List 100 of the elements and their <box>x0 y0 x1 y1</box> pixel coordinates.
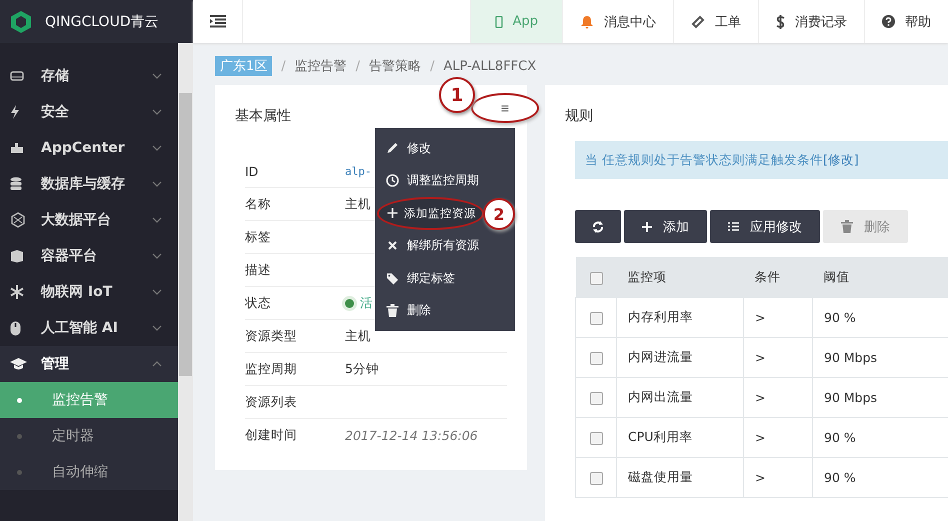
sidebar-subitem[interactable]: 自动伸缩 <box>0 454 178 490</box>
table-cell: 内存利用率 <box>628 309 693 324</box>
step-badge: 1 <box>439 77 475 113</box>
menu-item[interactable]: 绑定标签 <box>375 262 515 294</box>
dollar-icon <box>776 14 785 28</box>
menu-item[interactable]: 调整监控周期 <box>375 164 515 197</box>
table-cell: > <box>755 390 766 405</box>
table-cell: > <box>755 470 766 485</box>
checkbox[interactable] <box>590 392 602 406</box>
breadcrumb-separator: / <box>281 58 286 74</box>
checkbox[interactable] <box>590 352 602 366</box>
sidebar-item[interactable]: 人工智能 AI <box>0 310 178 346</box>
scrollbar-thumb[interactable] <box>179 93 192 376</box>
refresh-icon <box>592 220 604 232</box>
nav-tab[interactable]: 工单 <box>673 0 758 43</box>
database-icon <box>10 177 22 191</box>
sidebar-item[interactable]: 大数据平台 <box>0 202 178 238</box>
breadcrumb-item[interactable]: 告警策略 <box>369 57 422 75</box>
status-dot-icon <box>345 298 354 308</box>
nav-tab[interactable]: 消费记录 <box>758 0 864 43</box>
logo-icon <box>9 10 33 34</box>
checkbox[interactable] <box>590 312 602 326</box>
chevron-icon <box>152 289 162 295</box>
property-label: 描述 <box>245 262 272 278</box>
checkbox[interactable] <box>590 432 602 446</box>
sidebar-subitem[interactable]: 定时器 <box>0 418 178 454</box>
table-cell: > <box>755 430 766 445</box>
pencil-icon <box>386 142 399 154</box>
menu-toggle-button[interactable] <box>193 0 243 43</box>
table-cell: 90 % <box>824 430 856 445</box>
property-value: 主机 <box>345 196 371 212</box>
sidebar-item[interactable]: 安全 <box>0 94 178 130</box>
column-header: 条件 <box>754 268 780 284</box>
chevron-icon <box>152 181 162 187</box>
list-icon <box>728 222 739 231</box>
property-value: 2017-12-14 13:56:06 <box>345 428 478 442</box>
sidebar-item[interactable]: 存储 <box>0 58 178 94</box>
property-label: 标签 <box>245 228 272 246</box>
toolbar-button[interactable]: 添加 <box>624 210 707 243</box>
menu-button[interactable]: ≡ <box>471 93 539 123</box>
chevron-icon <box>152 145 162 151</box>
trash-icon <box>841 220 853 233</box>
checkbox[interactable] <box>590 272 602 285</box>
table-cell: > <box>755 310 766 325</box>
menu-item[interactable]: 添加监控资源 <box>377 197 484 230</box>
snowflake-icon <box>10 285 24 299</box>
card-title: 规则 <box>565 108 593 124</box>
chevron-icon <box>152 109 162 115</box>
bell-icon <box>580 14 594 28</box>
property-label: 资源列表 <box>245 394 298 410</box>
chevron-icon <box>152 73 162 79</box>
nav-tab[interactable]: 消息中心 <box>562 0 673 43</box>
table-cell: > <box>755 350 766 365</box>
table-cell: 90 % <box>824 310 856 325</box>
table-cell: 内网出流量 <box>628 389 693 404</box>
chevron-icon <box>152 361 162 367</box>
logo-text: QINGCLOUD青云 <box>45 12 159 30</box>
mouse-icon <box>10 320 21 336</box>
toolbar-button[interactable]: 应用修改 <box>710 210 820 243</box>
property-label: ID <box>245 164 260 178</box>
graduation-cap-icon <box>10 358 27 370</box>
close-icon <box>386 241 399 250</box>
breadcrumb-item: ALP-ALL8FFCX <box>443 58 536 74</box>
notice-text: 当 任意规则处于告警状态则满足触发条件 <box>585 152 823 168</box>
table-cell: 内网进流量 <box>628 349 693 364</box>
property-label: 监控周期 <box>245 360 298 378</box>
puzzle-icon <box>10 142 24 154</box>
sidebar-item[interactable]: 数据库与缓存 <box>0 166 178 202</box>
ticket-icon <box>691 14 705 28</box>
menu-item[interactable]: 删除 <box>375 294 515 327</box>
table-cell: 90 Mbps <box>824 390 878 405</box>
nav-tab[interactable]: 帮助 <box>864 0 948 43</box>
breadcrumb-separator: / <box>356 58 360 74</box>
table-cell: 90 % <box>824 470 856 485</box>
refresh-button[interactable] <box>575 210 621 243</box>
menu-icon <box>210 15 226 28</box>
help-icon <box>882 15 895 28</box>
scrollbar[interactable] <box>178 43 193 521</box>
clock-icon <box>386 174 399 188</box>
bolt-icon <box>10 105 20 119</box>
plus-icon <box>642 222 652 232</box>
table-cell: 磁盘使用量 <box>628 469 693 484</box>
breadcrumb-separator: / <box>430 58 434 74</box>
hexagon-icon <box>10 212 26 228</box>
drive-icon <box>10 70 24 82</box>
breadcrumb-item[interactable]: 监控告警 <box>294 57 347 75</box>
menu-item[interactable]: 修改 <box>375 132 515 164</box>
menu-item[interactable]: 解绑所有资源 <box>375 230 515 262</box>
table-cell: CPU利用率 <box>628 429 692 444</box>
property-label: 状态 <box>245 294 272 312</box>
sidebar-item[interactable]: 物联网 IoT <box>0 274 178 310</box>
sidebar-item[interactable]: 管理 <box>0 346 178 382</box>
column-header: 监控项 <box>628 268 666 284</box>
property-value: 5分钟 <box>345 360 379 378</box>
property-label: 资源类型 <box>245 328 298 344</box>
property-label: 名称 <box>245 196 272 212</box>
checkbox[interactable] <box>590 472 602 486</box>
sidebar-item[interactable]: 容器平台 <box>0 238 178 274</box>
tag-icon <box>386 272 399 285</box>
sidebar-item[interactable]: AppCenter <box>0 130 178 166</box>
